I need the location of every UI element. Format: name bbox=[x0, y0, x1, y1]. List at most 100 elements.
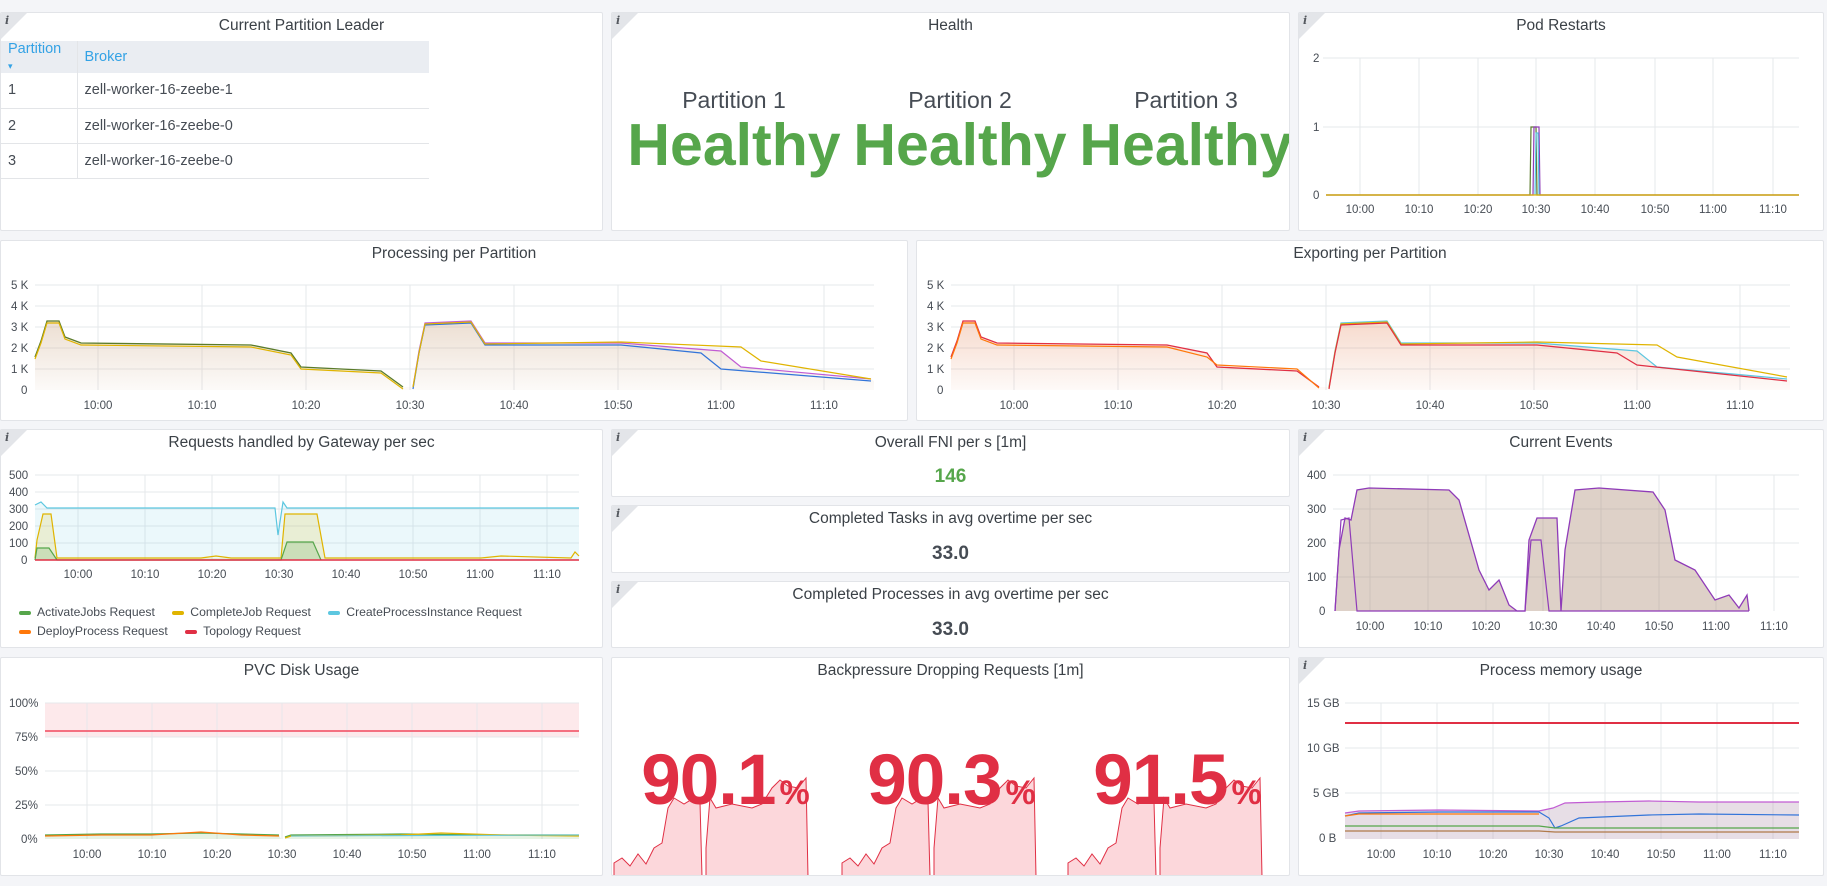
y-tick: 300 bbox=[1307, 504, 1326, 516]
x-tick: 10:30 bbox=[265, 569, 294, 581]
panel-title[interactable]: Overall FNI per s [1m] bbox=[612, 434, 1289, 452]
x-tick: 10:20 bbox=[1479, 849, 1508, 861]
x-tick: 11:10 bbox=[810, 400, 838, 412]
x-tick: 10:20 bbox=[1472, 621, 1501, 633]
x-tick: 11:10 bbox=[1726, 400, 1754, 412]
y-tick: 1 K bbox=[927, 364, 945, 376]
tasks-panel: i Completed Tasks in avg overtime per se… bbox=[611, 505, 1290, 573]
x-tick: 11:10 bbox=[1759, 849, 1787, 861]
y-tick: 1 bbox=[1313, 122, 1319, 134]
table-row: 3 zell-worker-16-zeebe-0 bbox=[1, 143, 429, 179]
x-tick: 10:20 bbox=[1208, 400, 1237, 412]
events-chart[interactable]: 400 300 200 100 0 10:00 10:10 10:20 10:30 10:40 1… bbox=[1299, 430, 1824, 648]
y-tick: 3 K bbox=[927, 322, 945, 334]
exporting-panel: Exporting per Partition 5 K4 K3 K2 K1 K0… bbox=[916, 240, 1824, 421]
x-tick: 10:30 bbox=[1522, 204, 1551, 216]
panel-title[interactable]: Health bbox=[612, 17, 1289, 35]
x-tick: 11:00 bbox=[1623, 400, 1651, 412]
memory-chart[interactable]: 15 GB 10 GB 5 GB 0 B 10:00 10:10 10:20 10:30 10… bbox=[1299, 658, 1824, 876]
sort-icon: ▾ bbox=[8, 61, 13, 71]
fni-value: 146 bbox=[934, 466, 967, 487]
x-tick: 10:40 bbox=[1581, 204, 1610, 216]
chart-legend: DeployProcess Request Topology Request bbox=[19, 624, 315, 638]
column-header-partition[interactable]: Partition ▾ bbox=[1, 41, 78, 73]
x-tick: 11:00 bbox=[1703, 849, 1731, 861]
legend-item[interactable]: CreateProcessInstance Request bbox=[328, 605, 522, 619]
health-panel: i Health Partition 1 Healthy Partition 2H… bbox=[611, 12, 1290, 231]
processing-chart[interactable]: 5 K 4 K 3 K 2 K 1 K 0 10:00 10:10 10:20 10:30 10:… bbox=[1, 241, 908, 421]
x-tick: 10:40 bbox=[1587, 621, 1616, 633]
x-tick: 10:40 bbox=[1591, 849, 1620, 861]
pvc-panel: PVC Disk Usage 100% 75% 50% 25% 0% 10:00 10:1… bbox=[0, 657, 603, 876]
panel-title[interactable]: Current Partition Leader bbox=[1, 17, 602, 35]
x-tick: 10:50 bbox=[1645, 621, 1674, 633]
fni-panel: i Overall FNI per s [1m] 146 bbox=[611, 429, 1290, 497]
y-tick: 1 K bbox=[11, 364, 29, 376]
y-tick: 25% bbox=[15, 800, 38, 812]
restarts-panel: i Pod Restarts 2 1 0 10:00 10:10 10:20 10:3… bbox=[1298, 12, 1824, 231]
x-tick: 10:00 bbox=[1346, 204, 1375, 216]
y-tick: 0 bbox=[1313, 190, 1319, 202]
y-tick: 200 bbox=[1307, 538, 1326, 550]
y-tick: 0 bbox=[1319, 606, 1325, 618]
health-partition-2: Partition 2 Healthy bbox=[853, 87, 1067, 178]
panel-title[interactable]: Completed Tasks in avg overtime per sec bbox=[612, 510, 1289, 528]
x-tick: 10:30 bbox=[396, 400, 425, 412]
y-tick: 300 bbox=[9, 504, 28, 516]
backpressure-value-3: 91.5% bbox=[1093, 741, 1261, 820]
x-tick: 10:30 bbox=[1529, 621, 1558, 633]
x-tick: 10:10 bbox=[1405, 204, 1434, 216]
legend-item[interactable]: ActivateJobs Request bbox=[19, 605, 155, 619]
leader-panel: i Current Partition Leader Partition ▾ Br… bbox=[0, 12, 603, 231]
y-tick: 2 bbox=[1313, 53, 1319, 65]
restarts-chart[interactable]: 2 1 0 10:00 10:10 10:20 10:30 10:40 10:50 11:0… bbox=[1299, 13, 1824, 231]
gateway-chart[interactable]: 500 400 300 200 100 0 10:00 10:10 10:20 10:30 10:… bbox=[1, 430, 603, 610]
x-tick: 10:10 bbox=[138, 849, 167, 861]
x-tick: 10:00 bbox=[1367, 849, 1396, 861]
x-tick: 10:30 bbox=[1535, 849, 1564, 861]
y-tick: 100% bbox=[9, 698, 38, 710]
y-tick: 200 bbox=[9, 521, 28, 533]
x-tick: 11:00 bbox=[1699, 204, 1727, 216]
table-row: 2 zell-worker-16-zeebe-0 bbox=[1, 108, 429, 144]
y-tick: 3 K bbox=[11, 322, 29, 334]
x-tick: 10:50 bbox=[604, 400, 633, 412]
x-tick: 10:30 bbox=[268, 849, 297, 861]
legend-item[interactable]: DeployProcess Request bbox=[19, 624, 168, 638]
y-tick: 4 K bbox=[11, 301, 29, 313]
tasks-value: 33.0 bbox=[932, 543, 969, 564]
x-tick: 10:30 bbox=[1312, 400, 1341, 412]
processes-value: 33.0 bbox=[932, 619, 969, 640]
backpressure-value-1: 90.1% bbox=[641, 741, 809, 820]
leader-table: Partition ▾ Broker 1 zell-worker-16-zeebe-… bbox=[1, 41, 429, 179]
table-row: 1 zell-worker-16-zeebe-1 bbox=[1, 73, 429, 109]
legend-item[interactable]: CompleteJob Request bbox=[172, 605, 311, 619]
x-tick: 10:20 bbox=[1464, 204, 1493, 216]
y-tick: 100 bbox=[9, 538, 28, 550]
x-tick: 10:20 bbox=[203, 849, 232, 861]
x-tick: 10:20 bbox=[292, 400, 321, 412]
legend-item[interactable]: Topology Request bbox=[185, 624, 301, 638]
x-tick: 11:10 bbox=[528, 849, 556, 861]
column-header-broker[interactable]: Broker bbox=[77, 41, 429, 73]
x-tick: 11:00 bbox=[707, 400, 735, 412]
pvc-chart[interactable]: 100% 75% 50% 25% 0% 10:00 10:10 10:20 10:30 10:4… bbox=[1, 658, 603, 876]
x-tick: 11:00 bbox=[466, 569, 494, 581]
x-tick: 10:40 bbox=[332, 569, 361, 581]
x-tick: 10:00 bbox=[84, 400, 113, 412]
y-tick: 2 K bbox=[11, 343, 29, 355]
health-partition-1: Partition 1 Healthy bbox=[627, 87, 841, 178]
x-tick: 10:50 bbox=[398, 849, 427, 861]
x-tick: 10:10 bbox=[1423, 849, 1452, 861]
x-tick: 11:10 bbox=[1760, 621, 1788, 633]
x-tick: 10:00 bbox=[1356, 621, 1385, 633]
y-tick: 50% bbox=[15, 766, 38, 778]
y-tick: 5 GB bbox=[1313, 788, 1340, 800]
panel-title[interactable]: Completed Processes in avg overtime per … bbox=[612, 586, 1289, 604]
y-tick: 0 bbox=[937, 385, 943, 397]
x-tick: 10:10 bbox=[131, 569, 160, 581]
health-partition-3: Partition 3 Healthy bbox=[1079, 87, 1290, 178]
x-tick: 10:50 bbox=[1641, 204, 1670, 216]
backpressure-value-2: 90.3% bbox=[867, 741, 1035, 820]
exporting-chart[interactable]: 5 K 4 K 3 K 2 K 1 K 0 10:00 10:10 10:20 10:30 10:… bbox=[917, 241, 1824, 421]
